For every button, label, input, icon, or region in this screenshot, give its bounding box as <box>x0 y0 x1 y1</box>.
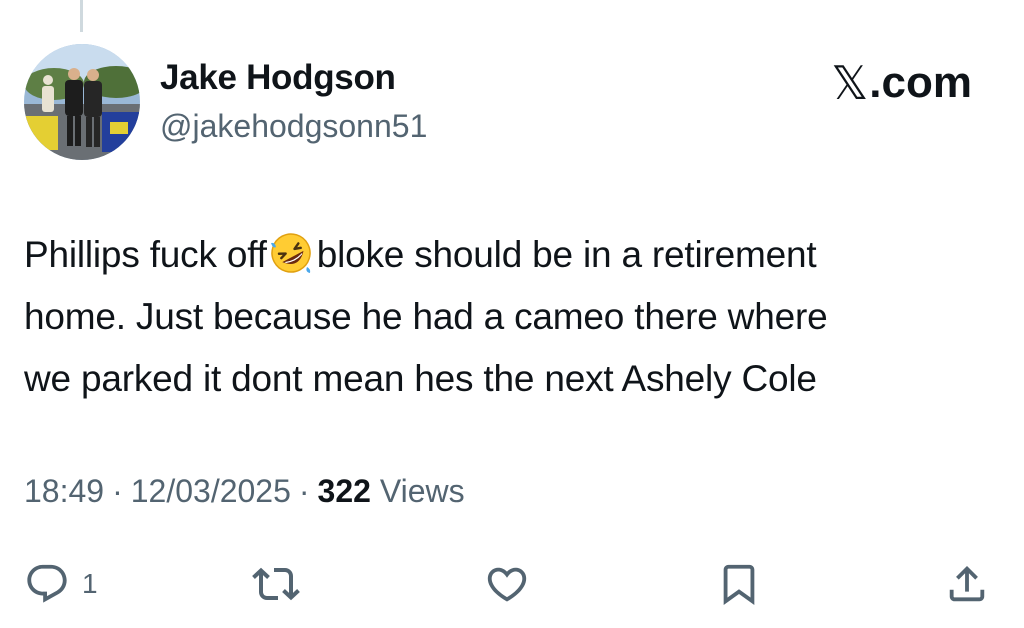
tweet-text-line-2: home. Just because he had a cameo there … <box>24 296 828 337</box>
reply-button[interactable]: 1 <box>24 556 98 612</box>
action-bar: 1 <box>0 556 1024 612</box>
tweet-text-segment: bloke should be in a retirement <box>316 234 817 275</box>
tweet-text-line-3: we parked it dont mean hes the next Ashe… <box>24 358 817 399</box>
meta-separator: · <box>112 473 123 509</box>
reply-count: 1 <box>82 568 98 599</box>
brand-domain-label: .com <box>869 58 972 107</box>
views-count: 322 <box>317 473 371 509</box>
bookmark-icon <box>723 564 755 605</box>
thread-connector-line <box>80 0 83 32</box>
avatar-photo <box>24 44 140 160</box>
tweet-time[interactable]: 18:49 <box>24 473 104 509</box>
x-logo-icon: 𝕏 <box>831 56 869 110</box>
views-label: Views <box>379 473 465 509</box>
share-button[interactable] <box>944 556 990 612</box>
tweet-card: Jake Hodgson @jakehodgsonn51 𝕏 .com Phil… <box>0 0 1024 628</box>
meta-separator: · <box>298 473 310 509</box>
retweet-icon <box>252 567 300 601</box>
author-handle[interactable]: @jakehodgsonn51 <box>160 108 427 145</box>
share-icon <box>949 565 985 602</box>
retweet-button[interactable] <box>252 556 300 612</box>
tweet-text-segment: Phillips fuck off <box>24 234 267 275</box>
tweet-date[interactable]: 12/03/2025 <box>131 473 291 509</box>
tweet-body: Phillips fuck off bloke should be in a r… <box>24 224 1009 410</box>
bookmark-button[interactable] <box>716 556 762 612</box>
author-avatar[interactable] <box>24 44 140 160</box>
rolling-on-the-floor-laughing-emoji <box>270 233 311 273</box>
tweet-text-line-1: Phillips fuck off bloke should be in a r… <box>24 224 1009 286</box>
author-display-name[interactable]: Jake Hodgson <box>160 58 396 98</box>
like-button[interactable] <box>484 556 530 612</box>
reply-icon <box>27 564 67 603</box>
tweet-metadata: 18:49 · 12/03/2025 · 322 Views <box>24 473 465 510</box>
heart-icon <box>487 567 527 602</box>
x-com-brand: 𝕏 .com <box>831 56 972 110</box>
